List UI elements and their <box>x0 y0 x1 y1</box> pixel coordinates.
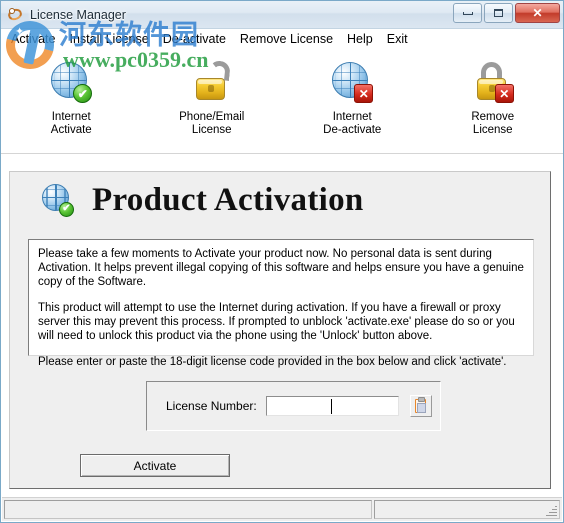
activate-button[interactable]: Activate <box>80 454 230 477</box>
toolbar-label-internet-activate: Internet Activate <box>50 111 92 136</box>
x-badge-icon: ✕ <box>354 84 374 103</box>
close-icon: ✕ <box>532 6 543 20</box>
check-badge-icon: ✔ <box>59 201 74 217</box>
license-number-input[interactable] <box>265 396 399 416</box>
toolbar-label-phone-email-license: Phone/Email License <box>179 111 245 136</box>
globe-x-icon: ✕ <box>330 61 374 105</box>
maximize-button[interactable] <box>484 3 513 23</box>
status-bar <box>2 497 562 521</box>
status-cell-left <box>4 500 372 519</box>
toolbar-label-internet-de-activate: Internet De-activate <box>323 111 382 136</box>
minimize-button[interactable] <box>453 3 482 23</box>
instruction-paragraph-1: Please take a few moments to Activate yo… <box>38 248 524 288</box>
menu-item-help[interactable]: Help <box>340 31 380 47</box>
window-title: License Manager <box>30 7 126 22</box>
instructions-textbox: Please take a few moments to Activate yo… <box>28 239 534 368</box>
check-badge-icon: ✔ <box>73 84 93 103</box>
license-number-group: License Number: <box>146 381 441 431</box>
menu-item-install-license[interactable]: Install License <box>62 31 155 47</box>
license-number-label: License Number: <box>166 399 257 413</box>
toolbar-button-remove-license[interactable]: ✕ Remove License <box>423 48 564 137</box>
globe-check-icon: ✔ <box>49 61 93 105</box>
instruction-paragraph-2: This product will attempt to use the Int… <box>38 302 515 342</box>
text-caret <box>330 399 332 414</box>
menu-bar: Activate Install License De-activate Rem… <box>1 29 563 48</box>
window-controls: ✕ <box>453 3 560 23</box>
toolbar-label-remove-license: Remove License <box>471 111 515 136</box>
menu-item-activate[interactable]: Activate <box>4 31 62 47</box>
x-badge-icon: ✕ <box>494 84 514 103</box>
toolbar: ✔ Internet Activate Phone/Email License … <box>1 48 563 154</box>
toolbar-button-internet-de-activate[interactable]: ✕ Internet De-activate <box>282 48 423 137</box>
globe-check-icon: ✔ <box>42 183 76 218</box>
app-icon <box>6 6 24 23</box>
clipboard-paste-icon <box>415 397 427 413</box>
menu-item-exit[interactable]: Exit <box>380 31 415 47</box>
product-activation-panel: ✔ Product Activation Please take a few m… <box>9 171 551 489</box>
resize-grip[interactable] <box>544 504 557 517</box>
toolbar-button-internet-activate[interactable]: ✔ Internet Activate <box>1 48 142 137</box>
title-bar: License Manager ✕ <box>1 1 563 29</box>
license-manager-window: License Manager ✕ Activate Install Licen… <box>0 0 564 523</box>
instruction-paragraph-3: Please enter or paste the 18-digit licen… <box>38 356 507 368</box>
padlock-x-icon: ✕ <box>471 61 515 105</box>
menu-item-de-activate[interactable]: De-activate <box>156 31 233 47</box>
padlock-open-icon <box>190 59 234 105</box>
page-title: Product Activation <box>92 182 364 218</box>
minimize-icon <box>462 11 473 15</box>
menu-item-remove-license[interactable]: Remove License <box>233 31 340 47</box>
paste-button[interactable] <box>409 395 432 417</box>
maximize-icon <box>494 9 503 17</box>
toolbar-button-phone-email-license[interactable]: Phone/Email License <box>142 48 283 137</box>
panel-header: ✔ Product Activation <box>10 172 550 225</box>
close-button[interactable]: ✕ <box>515 3 560 23</box>
status-cell-right <box>374 500 560 519</box>
